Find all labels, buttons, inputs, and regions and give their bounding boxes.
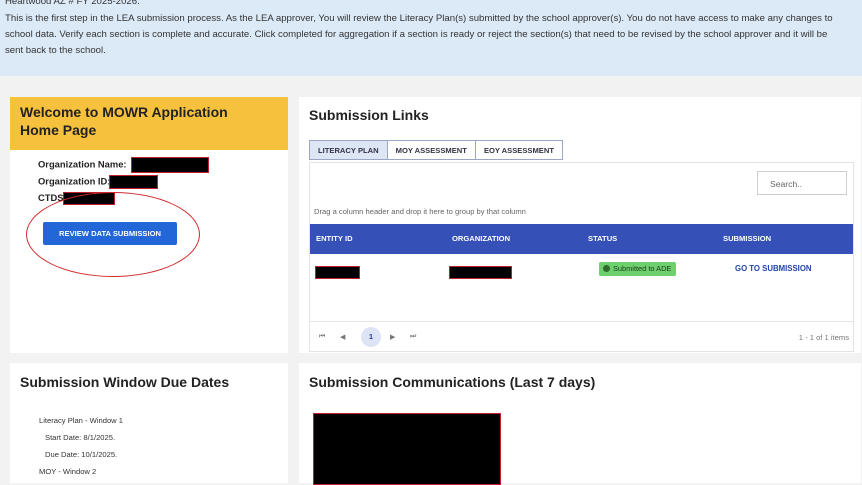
org-id-row: Organization ID:: [38, 175, 159, 189]
due-date: Due Date: 10/1/2025.: [45, 450, 118, 459]
start-date: Start Date: 8/1/2025.: [45, 433, 116, 442]
redaction-box: [131, 157, 210, 173]
column-header-submission[interactable]: SUBMISSION: [723, 234, 771, 243]
org-name-row: Organization Name:: [38, 157, 210, 173]
prev-page-icon[interactable]: ◀: [340, 333, 345, 341]
banner-line: sent back to the school.: [5, 45, 106, 56]
column-header-organization[interactable]: ORGANIZATION: [452, 234, 510, 243]
communications-title: Submission Communications (Last 7 days): [309, 374, 596, 390]
banner-line-top: Heartwood AZ # FY 2025-2026.: [5, 0, 140, 7]
window-label: Literacy Plan - Window 1: [39, 416, 123, 425]
next-page-icon[interactable]: ▶: [390, 333, 395, 341]
table-row: Submitted to ADE GO TO SUBMISSION: [310, 256, 853, 286]
banner-line: school data. Verify each section is comp…: [5, 29, 828, 40]
status-badge: Submitted to ADE: [599, 262, 677, 276]
column-header-status[interactable]: STATUS: [588, 234, 617, 243]
go-to-submission-link[interactable]: GO TO SUBMISSION: [735, 264, 812, 273]
submission-tabs: LITERACY PLAN MOY ASSESSMENT EOY ASSESSM…: [309, 140, 563, 160]
first-page-icon[interactable]: ⏮: [319, 333, 325, 341]
info-banner: Heartwood AZ # FY 2025-2026. This is the…: [0, 0, 862, 76]
check-circle-icon: [603, 265, 610, 272]
tab-eoy-assessment[interactable]: EOY ASSESSMENT: [474, 140, 563, 160]
due-dates-title: Submission Window Due Dates: [20, 374, 230, 390]
search-input[interactable]: Search..: [757, 171, 847, 195]
org-id-label: Organization ID:: [38, 175, 111, 187]
last-page-icon[interactable]: ⏭: [410, 333, 416, 341]
welcome-title-line2: Home Page: [20, 122, 97, 138]
current-page-button[interactable]: 1: [361, 327, 381, 347]
grid-pager: ⏮ ◀ 1 ▶ ⏭ 1 - 1 of 1 items: [310, 321, 853, 352]
status-text: Submitted to ADE: [613, 264, 672, 273]
pager-info: 1 - 1 of 1 items: [798, 333, 849, 342]
review-data-submission-button[interactable]: REVIEW DATA SUBMISSION: [43, 222, 177, 245]
column-header-entity-id[interactable]: ENTITY ID: [316, 234, 353, 243]
redaction-box: [313, 413, 501, 485]
redaction-box: [449, 266, 512, 279]
redaction-box: [109, 175, 159, 189]
tab-literacy-plan[interactable]: LITERACY PLAN: [309, 140, 388, 160]
submission-grid: Search.. Drag a column header and drop i…: [309, 162, 854, 352]
submission-links-title: Submission Links: [309, 107, 429, 123]
redaction-box: [315, 266, 360, 279]
welcome-title-line1: Welcome to MOWR Application: [20, 104, 228, 120]
grid-header: ENTITY ID ORGANIZATION STATUS SUBMISSION: [310, 224, 853, 254]
banner-line: This is the first step in the LEA submis…: [5, 13, 833, 24]
welcome-header: Welcome to MOWR Application Home Page: [10, 97, 288, 150]
communications-card: Submission Communications (Last 7 days): [299, 363, 861, 485]
tab-moy-assessment[interactable]: MOY ASSESSMENT: [386, 140, 476, 160]
group-drop-hint: Drag a column header and drop it here to…: [314, 207, 526, 216]
due-dates-card: Submission Window Due Dates Literacy Pla…: [10, 363, 288, 483]
submission-links-card: Submission Links LITERACY PLAN MOY ASSES…: [299, 97, 861, 353]
org-name-label: Organization Name:: [38, 158, 127, 170]
